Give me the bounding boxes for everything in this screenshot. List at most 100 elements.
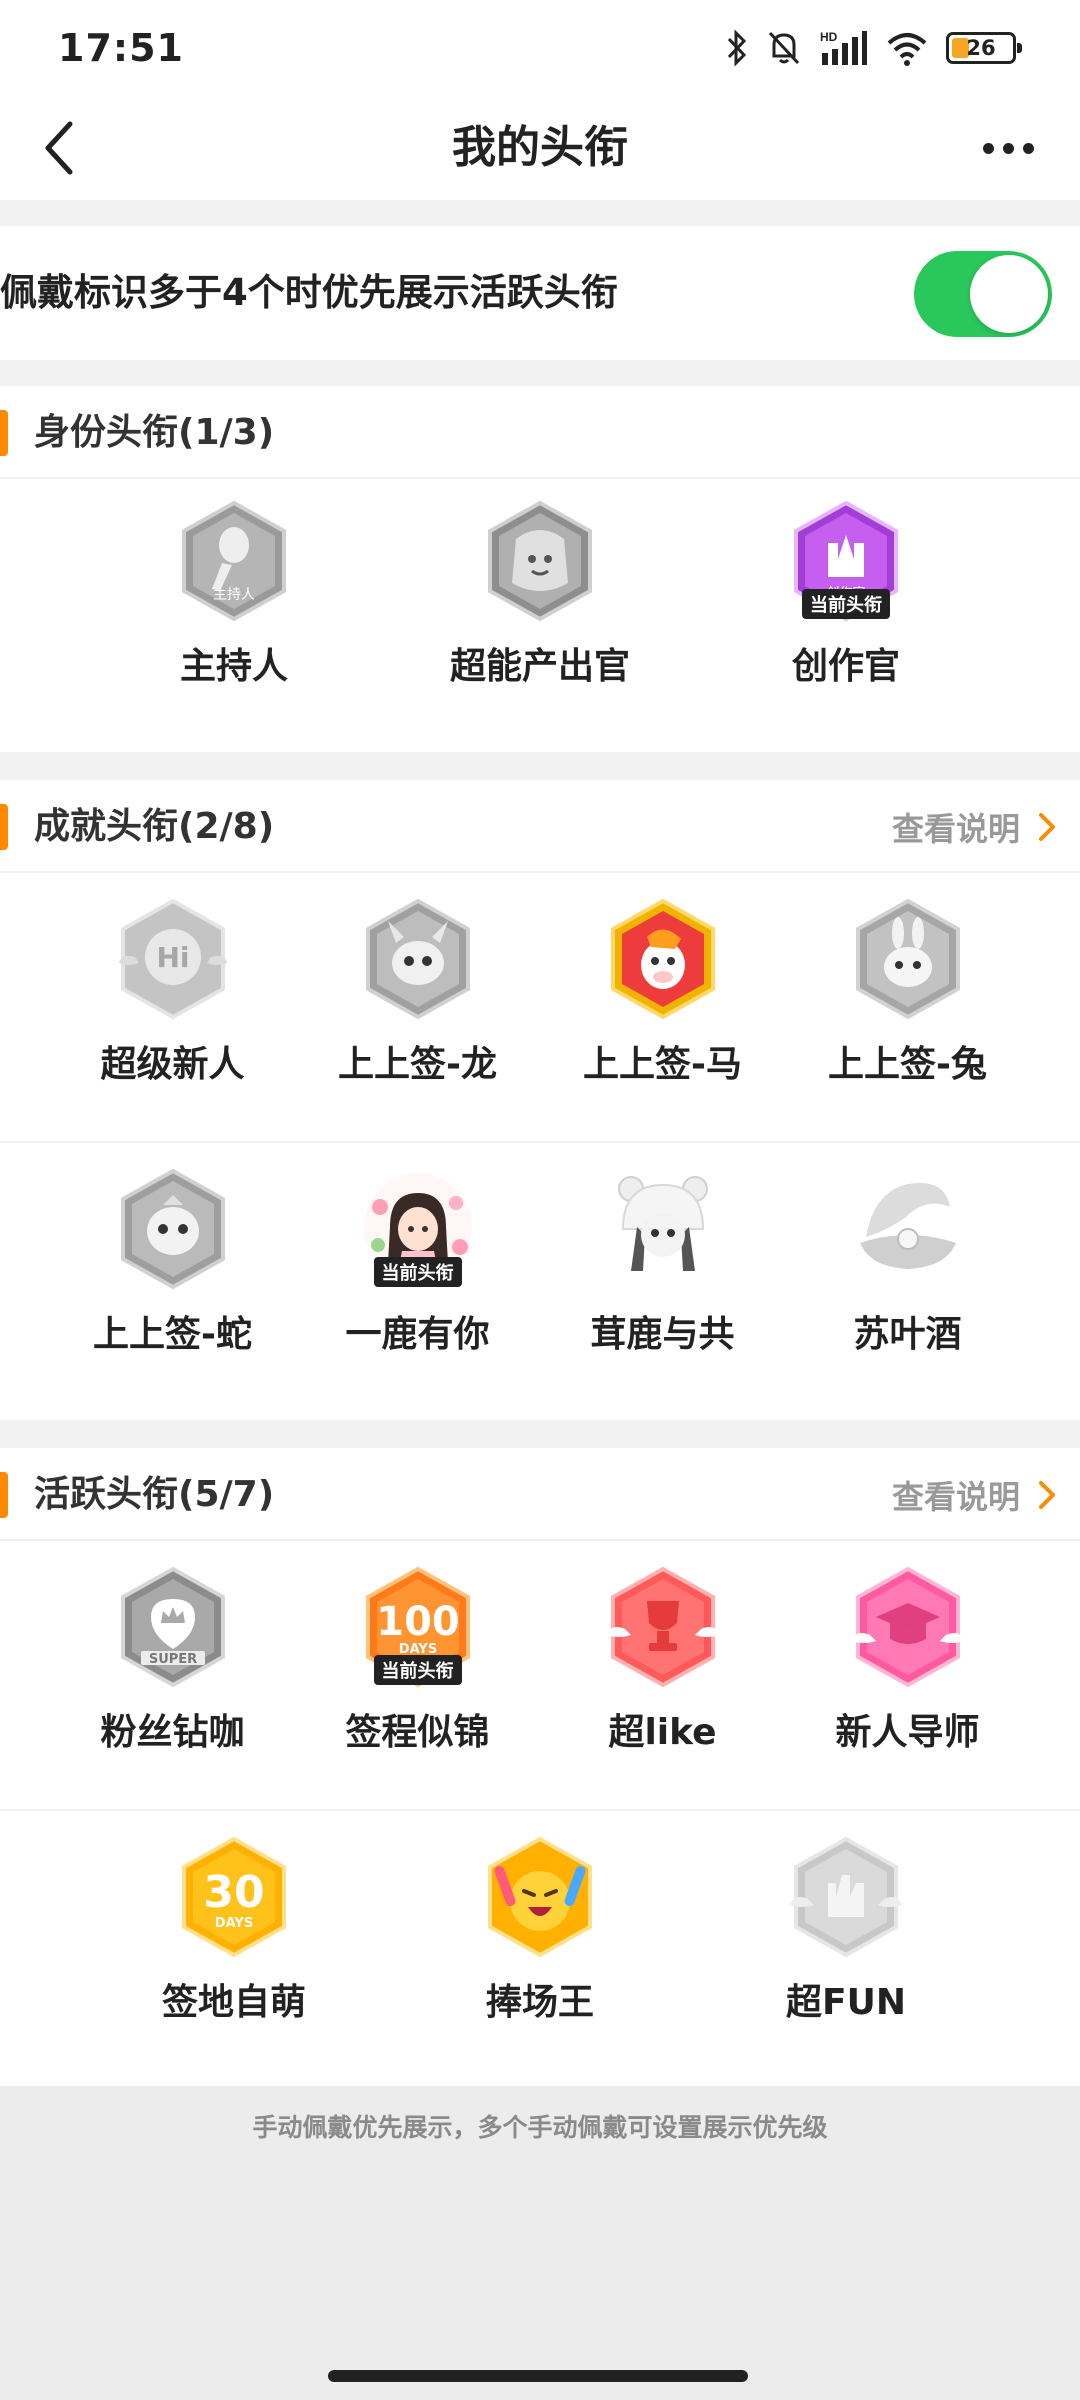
badge-name: 苏叶酒 [853, 1314, 962, 1355]
badge-host[interactable]: 主持人 主持人 [81, 499, 387, 750]
section-title: 身份头衔(1/3) [34, 412, 275, 453]
badge-dragon[interactable]: 上上签-龙 [295, 897, 540, 1141]
identity-titles-section: 身份头衔(1/3) 主持人 主持人 超能产出官 创作官 当前头衔 创作官 [0, 386, 1080, 752]
badge-newbie-mentor[interactable]: 新人导师 [785, 1565, 1030, 1809]
page-title: 我的头衔 [452, 122, 628, 173]
bluetooth-icon [727, 29, 747, 67]
current-title-tag: 当前头衔 [802, 589, 890, 619]
battery-icon: 26 [946, 32, 1022, 64]
super-fan-crown-badge-icon: SUPER [111, 1565, 235, 1689]
current-title-tag: 当前头衔 [373, 1655, 462, 1685]
dragon-badge-icon [356, 897, 480, 1021]
link-label: 查看说明 [891, 809, 1020, 848]
link-label: 查看说明 [891, 1477, 1020, 1516]
achievement-titles-section: 成就头衔(2/8) 查看说明 Hi 超级新人 上上签-龙 上上签-马 上上签-兔… [0, 780, 1080, 1420]
chevron-right-icon [1039, 1480, 1055, 1509]
badge-cheer-king[interactable]: 捧场王 [387, 1835, 693, 2086]
footer-note: 手动佩戴优先展示，多个手动佩戴可设置展示优先级 [252, 2113, 828, 2142]
svg-text:DAYS: DAYS [215, 1916, 253, 1931]
badge-row: SUPER 粉丝钻咖 100 DAYS 当前头衔 签程似锦 超like 新人导师 [0, 1541, 1080, 1811]
wifi-icon [887, 33, 927, 66]
badge-name: 上上签-兔 [828, 1044, 987, 1085]
badge-name: 上上签-龙 [338, 1044, 497, 1085]
badge-name: 新人导师 [835, 1712, 980, 1753]
badge-name: 签地自萌 [161, 1982, 306, 2023]
more-dot-icon [1022, 142, 1034, 154]
more-options-button[interactable] [972, 116, 1044, 180]
chevron-right-icon [1039, 812, 1055, 841]
badge-deer-with-you[interactable]: 当前头衔 一鹿有你 [295, 1167, 540, 1418]
badge-row: 30 DAYS 签地自萌 捧场王 超FUN [0, 1811, 1080, 2086]
super-producer-badge-icon [478, 499, 602, 623]
section-header: 身份头衔(1/3) [0, 386, 1080, 479]
badge-row: 上上签-蛇 当前头衔 一鹿有你 茸鹿与共 苏叶酒 [0, 1143, 1080, 1418]
badge-name: 粉丝钻咖 [100, 1712, 245, 1753]
section-header: 成就头衔(2/8) 查看说明 [0, 780, 1080, 873]
section-title: 活跃头衔(5/7) [34, 1474, 275, 1515]
status-icons: HD 26 [726, 24, 1022, 72]
shell-pearl-badge-icon [846, 1167, 970, 1291]
badge-name: 捧场王 [485, 1982, 594, 2023]
badge-name: 一鹿有你 [345, 1314, 490, 1355]
view-explanation-link[interactable]: 查看说明 [892, 780, 1056, 873]
badge-super-like[interactable]: 超like [540, 1565, 785, 1809]
girl-avatar-badge-icon: 当前头衔 [356, 1167, 480, 1291]
battery-level: 26 [966, 36, 996, 60]
badge-name: 茸鹿与共 [590, 1314, 735, 1355]
svg-text:Hi: Hi [156, 941, 189, 974]
cheer-face-badge-icon [478, 1835, 602, 1959]
badge-name: 超FUN [786, 1982, 906, 2023]
svg-text:30: 30 [203, 1867, 264, 1918]
view-explanation-link[interactable]: 查看说明 [892, 1448, 1056, 1541]
badge-super-producer[interactable]: 超能产出官 [387, 499, 693, 750]
section-title: 成就头衔(2/8) [34, 806, 275, 847]
switch-knob [970, 255, 1048, 333]
mentor-cap-badge-icon [846, 1565, 970, 1689]
girl-bear-hat-badge-icon [601, 1167, 725, 1291]
horse-badge-icon [601, 897, 725, 1021]
badge-creator[interactable]: 创作官 当前头衔 创作官 [693, 499, 999, 750]
creator-badge-icon: 创作官 当前头衔 [784, 499, 908, 623]
100-days-badge-icon: 100 DAYS 当前头衔 [356, 1565, 480, 1689]
badge-super-fan[interactable]: SUPER 粉丝钻咖 [50, 1565, 295, 1809]
active-title-priority-setting: 佩戴标识多于4个时优先展示活跃头衔 [0, 226, 1080, 360]
section-accent-bar [0, 804, 8, 850]
badge-name: 超能产出官 [449, 646, 630, 687]
badge-name: 创作官 [791, 646, 900, 687]
nav-bar: 我的头衔 [0, 96, 1080, 200]
mute-bell-icon [768, 31, 800, 65]
section-header: 活跃头衔(5/7) 查看说明 [0, 1448, 1080, 1541]
badge-name: 签程似锦 [345, 1712, 490, 1753]
current-title-tag: 当前头衔 [373, 1257, 462, 1287]
badge-name: 上上签-马 [583, 1044, 742, 1085]
status-bar: 17:51 HD 26 [0, 0, 1080, 96]
badge-name: 超like [608, 1712, 717, 1753]
badge-snake[interactable]: 上上签-蛇 [50, 1167, 295, 1418]
badge-sign-streak[interactable]: 100 DAYS 当前头衔 签程似锦 [295, 1565, 540, 1809]
badge-super-newcomer[interactable]: Hi 超级新人 [50, 897, 295, 1141]
badge-super-fun[interactable]: 超FUN [693, 1835, 999, 2086]
section-accent-bar [0, 410, 8, 456]
snake-badge-icon [111, 1167, 235, 1291]
more-dot-icon [1002, 142, 1014, 154]
fun-hand-badge-icon [784, 1835, 908, 1959]
toggle-label: 佩戴标识多于4个时优先展示活跃头衔 [0, 271, 618, 314]
badge-sign-cute[interactable]: 30 DAYS 签地自萌 [81, 1835, 387, 2086]
svg-text:100: 100 [376, 1599, 460, 1645]
home-indicator[interactable] [328, 2370, 748, 2382]
priority-toggle-switch[interactable] [914, 251, 1052, 337]
badge-row: 主持人 主持人 超能产出官 创作官 当前头衔 创作官 [0, 479, 1080, 750]
badge-name: 上上签-蛇 [93, 1314, 252, 1355]
footer-area: 手动佩戴优先展示，多个手动佩戴可设置展示优先级 [0, 2086, 1080, 2400]
section-accent-bar [0, 1472, 8, 1518]
status-time: 17:51 [58, 26, 184, 70]
badge-deer-together[interactable]: 茸鹿与共 [540, 1167, 785, 1418]
host-microphone-badge-icon: 主持人 [172, 499, 296, 623]
badge-horse[interactable]: 上上签-马 [540, 897, 785, 1141]
badge-rabbit[interactable]: 上上签-兔 [785, 897, 1030, 1141]
more-dot-icon [982, 142, 994, 154]
signal-icon: HD [820, 30, 867, 65]
badge-row: Hi 超级新人 上上签-龙 上上签-马 上上签-兔 [0, 873, 1080, 1143]
badge-perilla-wine[interactable]: 苏叶酒 [785, 1167, 1030, 1418]
svg-text:SUPER: SUPER [148, 1652, 196, 1667]
